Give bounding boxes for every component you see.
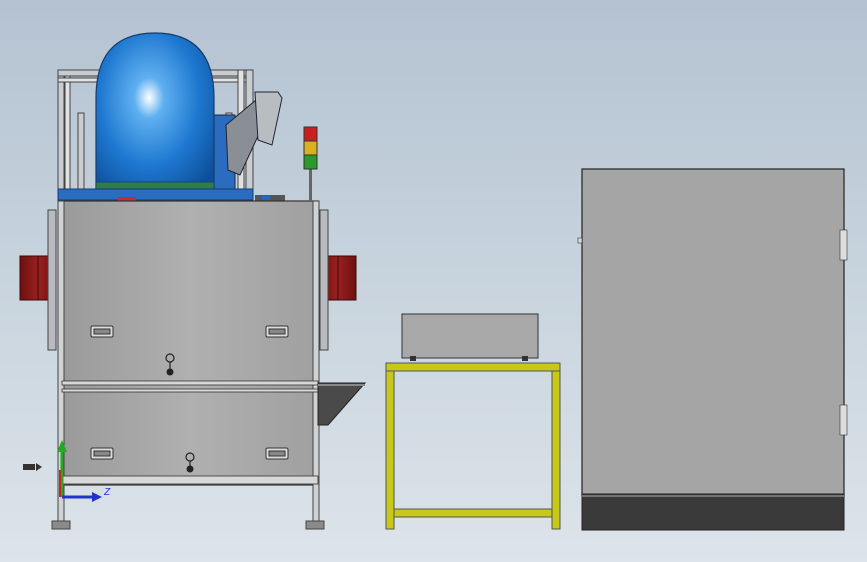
view-cube-icon[interactable] [23, 463, 42, 471]
control-cabinet[interactable] [577, 168, 848, 531]
side-door-right [319, 209, 357, 351]
machine-assembly[interactable] [19, 32, 367, 530]
drawer-divider-2 [61, 388, 319, 393]
work-table[interactable] [385, 313, 561, 530]
side-door-left [19, 209, 57, 351]
table-frame [385, 362, 561, 530]
signal-tower [303, 126, 318, 201]
top-deck [57, 188, 254, 201]
z-axis-label: Z [104, 487, 111, 498]
discharge-chute [317, 382, 367, 426]
drawer-divider [61, 380, 319, 386]
bottom-rail [61, 475, 319, 485]
assembly-drawing [19, 32, 848, 531]
benchtop-unit[interactable] [401, 313, 539, 359]
cad-viewport[interactable]: Z [0, 0, 867, 562]
machine-body[interactable] [61, 200, 319, 486]
hopper-dome [95, 32, 215, 196]
